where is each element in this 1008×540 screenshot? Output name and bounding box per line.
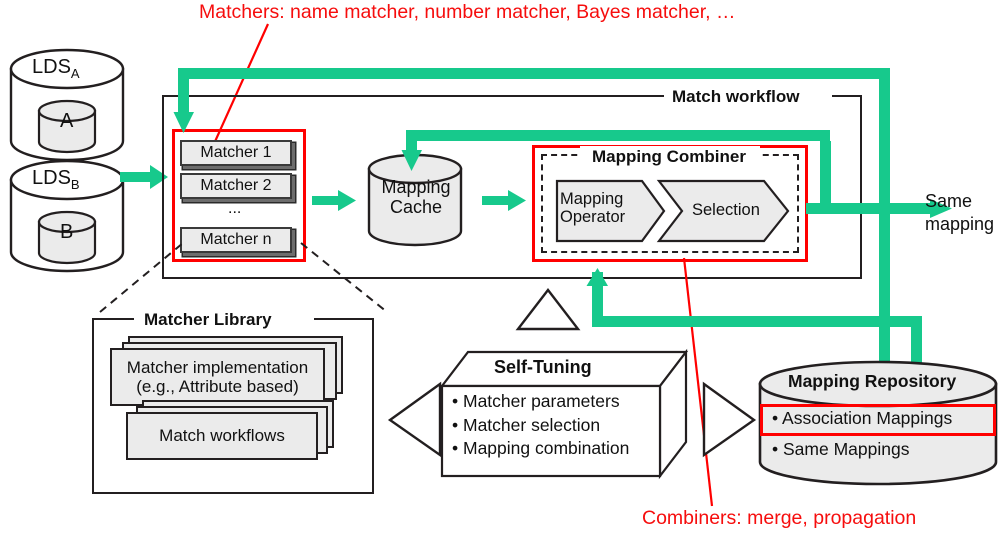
self-tuning-bullets: • Matcher parameters • Matcher selection…	[452, 391, 662, 459]
output-same-mapping-label: Same mapping	[925, 190, 994, 235]
matcher-library-card-2-label: Match workflows	[159, 426, 285, 446]
matcher-library-callout-lines-icon	[99, 242, 388, 313]
self-tuning-title: Self-Tuning	[494, 357, 592, 377]
output-line2: mapping	[925, 213, 995, 234]
mapping-repository-row-1: • Association Mappings	[772, 408, 953, 428]
matcher-library-title: Matcher Library	[144, 310, 272, 329]
triangle-right-icon	[702, 381, 757, 458]
triangle-up-icon	[515, 288, 581, 331]
matcher-library-card-1-line2: (e.g., Attribute based)	[136, 377, 299, 396]
mapping-repository-title: Mapping Repository	[788, 371, 957, 391]
output-line1: Same	[925, 191, 973, 211]
matcher-library-card-2[interactable]: Match workflows	[126, 412, 318, 460]
matcher-library-card-1[interactable]: Matcher implementation (e.g., Attribute …	[110, 348, 325, 406]
diagram-canvas: Matchers: name matcher, number matcher, …	[0, 0, 1008, 540]
mapping-repository-row-2: • Same Mappings	[772, 439, 910, 459]
self-tuning-bullet-3: • Mapping combination	[452, 438, 630, 459]
matcher-library-card-1-line1: Matcher implementation	[126, 357, 309, 377]
self-tuning-bullet-1: • Matcher parameters	[452, 391, 620, 411]
triangle-left-icon	[387, 381, 442, 458]
self-tuning-bullet-2: • Matcher selection	[452, 414, 601, 435]
